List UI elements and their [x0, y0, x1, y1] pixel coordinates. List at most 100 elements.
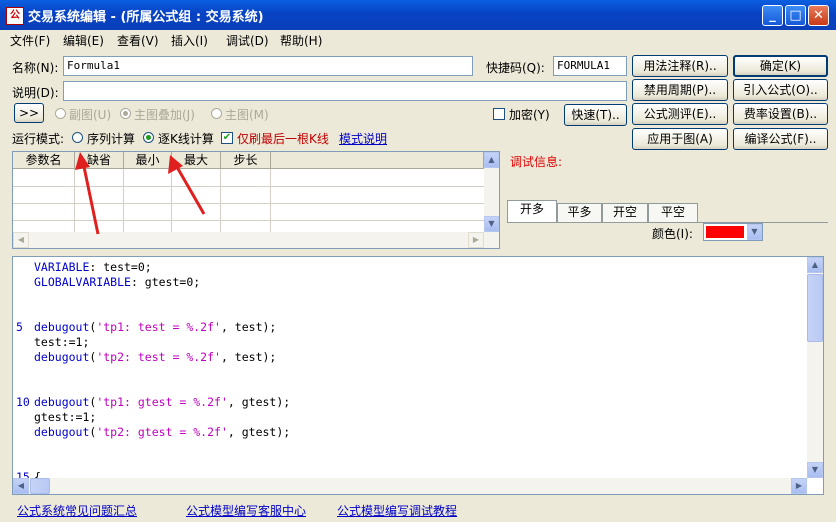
shortcut-field[interactable]: FORMULA1 — [553, 56, 627, 76]
encrypt-label: 加密(Y) — [509, 108, 550, 122]
code-line[interactable]: debugout('tp2: test = %.2f', test); — [34, 350, 276, 365]
sub-chart-radio[interactable] — [55, 108, 66, 119]
line-number: 10 — [16, 395, 30, 409]
params-vertical-scrollbar[interactable]: ▲ ▼ — [484, 152, 499, 232]
footer-link-support[interactable]: 公式模型编写客服中心 — [186, 502, 306, 519]
mode-help-link[interactable]: 模式说明 — [339, 130, 387, 147]
title-bar[interactable]: 公 交易系统编辑 - (所属公式组 : 交易系统) _ □ ✕ — [0, 0, 836, 30]
annotation-arrow-left — [75, 152, 100, 235]
usage-note-button[interactable]: 用法注释(R).. — [632, 55, 728, 77]
chevron-down-icon[interactable]: ▼ — [747, 224, 762, 240]
code-token: : gtest=0; — [130, 275, 201, 289]
fee-setting-button[interactable]: 费率设置(B).. — [733, 103, 828, 125]
maximize-button[interactable]: □ — [785, 5, 806, 26]
tab-open-short[interactable]: 开空 — [602, 203, 648, 222]
code-token: debugout — [34, 350, 90, 364]
scroll-left-arrow-icon[interactable]: ◀ — [13, 478, 29, 494]
menu-debug[interactable]: 调试(D) — [226, 32, 269, 49]
editor-horizontal-scrollbar[interactable]: ◀ ▶ — [13, 478, 807, 494]
per-bar-calc-label: 逐K线计算 — [158, 132, 214, 146]
footer-link-faq[interactable]: 公式系统常见问题汇总 — [17, 502, 137, 519]
scroll-right-arrow-icon[interactable]: ▶ — [791, 478, 807, 494]
menu-bar: 文件(F) 编辑(E) 查看(V) 插入(I) 调试(D) 帮助(H) — [0, 30, 836, 50]
last-bar-only-label: 仅刷最后一根K线 — [237, 132, 329, 146]
code-line[interactable]: gtest:=1; — [34, 410, 96, 425]
code-editor[interactable]: VARIABLE: test=0; GLOBALVARIABLE: gtest=0… — [12, 256, 824, 495]
menu-file[interactable]: 文件(F) — [10, 32, 50, 49]
scroll-up-arrow-icon[interactable]: ▲ — [484, 152, 499, 168]
window-title: 交易系统编辑 - (所属公式组 : 交易系统) — [28, 10, 264, 25]
line-number: 15 — [16, 470, 30, 478]
code-line[interactable]: debugout('tp2: gtest = %.2f', gtest); — [34, 425, 290, 440]
menu-edit[interactable]: 编辑(E) — [63, 32, 104, 49]
minimize-button[interactable]: _ — [762, 5, 783, 26]
column-header-step[interactable]: 步长 — [221, 152, 271, 169]
scroll-down-arrow-icon[interactable]: ▼ — [484, 216, 499, 232]
code-line[interactable]: debugout('tp1: gtest = %.2f', gtest); — [34, 395, 290, 410]
description-label: 说明(D): — [12, 86, 59, 100]
apply-to-chart-button[interactable]: 应用于图(A) — [632, 128, 728, 150]
code-area[interactable]: VARIABLE: test=0; GLOBALVARIABLE: gtest=0… — [13, 257, 807, 478]
compile-formula-button[interactable]: 编译公式(F).. — [733, 128, 828, 150]
tab-close-short[interactable]: 平空 — [648, 203, 698, 222]
fast-button[interactable]: 快速(T).. — [564, 104, 627, 126]
run-mode-label: 运行模式: — [12, 132, 65, 146]
import-formula-button[interactable]: 引入公式(O).. — [733, 79, 828, 101]
grid-line — [270, 169, 271, 232]
scroll-thumb[interactable] — [807, 274, 823, 342]
code-token: VARIABLE — [34, 260, 90, 274]
color-label: 颜色(I): — [652, 227, 693, 241]
footer-link-tutorial[interactable]: 公式模型编写调试教程 — [337, 502, 457, 519]
code-token: debugout — [34, 320, 90, 334]
sequence-calc-label: 序列计算 — [87, 132, 136, 146]
code-line[interactable]: debugout('tp1: test = %.2f', test); — [34, 320, 276, 335]
encrypt-checkbox[interactable] — [493, 108, 505, 120]
scroll-left-arrow-icon[interactable]: ◀ — [13, 232, 29, 248]
code-token: gtest:=1; — [34, 410, 97, 424]
per-bar-calc-radio[interactable] — [143, 132, 154, 143]
disable-period-button[interactable]: 禁用周期(P).. — [632, 79, 728, 101]
editor-vertical-scrollbar[interactable]: ▲ ▼ — [807, 257, 823, 478]
code-token: { — [34, 470, 41, 478]
scroll-down-arrow-icon[interactable]: ▼ — [807, 462, 823, 478]
menu-insert[interactable]: 插入(I) — [171, 32, 208, 49]
name-field[interactable]: Formula1 — [63, 56, 473, 76]
formula-eval-button[interactable]: 公式测评(E).. — [632, 103, 728, 125]
scroll-up-arrow-icon[interactable]: ▲ — [807, 257, 823, 273]
code-line[interactable]: { — [34, 470, 41, 478]
code-token: 'tp1: gtest = %.2f' — [96, 395, 228, 409]
description-field[interactable] — [63, 81, 627, 101]
scroll-right-arrow-icon[interactable]: ▶ — [468, 232, 484, 248]
annotation-arrow-right — [168, 155, 206, 215]
annotation-arrows — [75, 152, 206, 235]
ok-button[interactable]: 确定(K) — [733, 55, 828, 77]
code-line[interactable]: test:=1; — [34, 335, 89, 350]
debug-info-label: 调试信息: — [510, 155, 563, 169]
color-swatch — [706, 226, 744, 238]
color-select[interactable]: ▼ — [703, 223, 763, 241]
line-number: 5 — [16, 320, 23, 334]
code-token: test:=1; — [34, 335, 90, 349]
sequence-calc-radio[interactable] — [72, 132, 83, 143]
close-button[interactable]: ✕ — [808, 5, 829, 26]
menu-help[interactable]: 帮助(H) — [280, 32, 322, 49]
code-line[interactable]: VARIABLE: test=0; — [34, 260, 152, 275]
code-token: 'tp1: test = %.2f' — [96, 320, 221, 334]
code-token: , gtest); — [227, 425, 291, 439]
code-line[interactable]: GLOBALVARIABLE: gtest=0; — [34, 275, 200, 290]
code-token: 'tp2: gtest = %.2f' — [96, 425, 228, 439]
code-token: , gtest); — [227, 395, 291, 409]
overlay-radio[interactable] — [120, 108, 131, 119]
code-token: debugout — [34, 395, 90, 409]
overlay-label: 主图叠加(J) — [134, 108, 195, 122]
expand-button[interactable]: >> — [14, 103, 44, 123]
scroll-thumb[interactable] — [30, 478, 50, 494]
main-chart-radio[interactable] — [211, 108, 222, 119]
menu-view[interactable]: 查看(V) — [117, 32, 159, 49]
code-token: , test); — [220, 320, 277, 334]
tab-close-long[interactable]: 平多 — [557, 203, 602, 222]
tab-open-long[interactable]: 开多 — [507, 200, 557, 223]
name-label: 名称(N): — [12, 61, 59, 75]
last-bar-only-checkbox[interactable]: ✔ — [221, 132, 233, 144]
column-header-filler — [271, 152, 484, 169]
